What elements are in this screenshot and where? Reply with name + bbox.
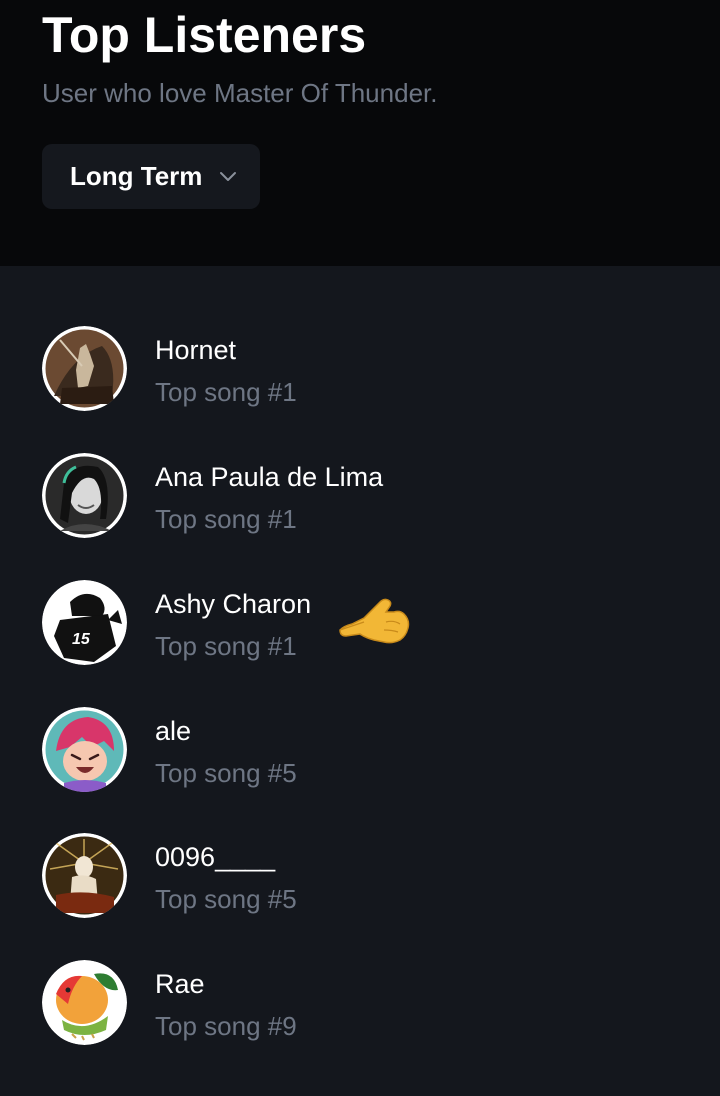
list-item[interactable]: ale Top song #5: [0, 694, 720, 804]
time-range-dropdown[interactable]: Long Term: [42, 144, 260, 209]
avatar-ale[interactable]: [42, 707, 127, 792]
avatar-hornet[interactable]: [42, 326, 127, 411]
avatar-ashy-charon[interactable]: 15: [42, 580, 127, 665]
listener-top-song: Top song #5: [155, 758, 297, 788]
time-range-selected: Long Term: [70, 161, 203, 191]
listeners-list: Hornet Top song #1 Ana Paula de Lima Top…: [0, 266, 720, 1096]
avatar-0096[interactable]: [42, 833, 127, 918]
listener-name: Ashy Charon: [155, 589, 312, 619]
listener-name: Rae: [155, 969, 205, 999]
list-item[interactable]: Hornet Top song #1: [0, 313, 720, 423]
list-item[interactable]: Rae Top song #9: [0, 947, 720, 1057]
listener-name: 0096____: [155, 842, 276, 872]
page-header: Top Listeners User who love Master Of Th…: [0, 0, 720, 266]
chevron-down-icon: [220, 172, 236, 181]
listener-name: Ana Paula de Lima: [155, 462, 384, 492]
listener-name: ale: [155, 716, 192, 746]
svg-text:15: 15: [72, 631, 91, 648]
list-item[interactable]: 0096____ Top song #5: [0, 820, 720, 930]
avatar-ana-paula[interactable]: [42, 453, 127, 538]
listener-top-song: Top song #5: [155, 884, 297, 914]
listener-name: Hornet: [155, 335, 237, 365]
page-title: Top Listeners: [42, 7, 367, 63]
list-item[interactable]: Ana Paula de Lima Top song #1: [0, 440, 720, 550]
listener-top-song: Top song #9: [155, 1011, 297, 1041]
listener-top-song: Top song #1: [155, 377, 297, 407]
listener-top-song: Top song #1: [155, 631, 297, 661]
page-subtitle: User who love Master Of Thunder.: [42, 78, 438, 108]
listener-top-song: Top song #1: [155, 504, 297, 534]
avatar-rae[interactable]: [42, 960, 127, 1045]
pointing-hand-icon: [339, 598, 410, 644]
